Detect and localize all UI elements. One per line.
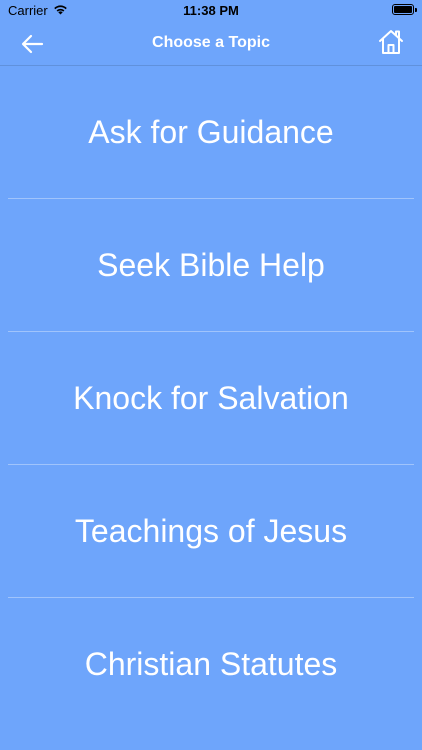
screen: Carrier 11:38 PM Choose a Topic Ask for … xyxy=(0,0,422,750)
status-bar: Carrier 11:38 PM xyxy=(0,0,422,22)
topic-teachings-of-jesus[interactable]: Teachings of Jesus xyxy=(0,465,422,598)
battery-icon xyxy=(392,4,417,15)
home-button[interactable] xyxy=(376,27,406,57)
nav-bar: Choose a Topic xyxy=(0,22,422,66)
topic-label: Teachings of Jesus xyxy=(74,513,348,549)
page-title: Choose a Topic xyxy=(152,34,270,51)
topic-seek-bible-help[interactable]: Seek Bible Help xyxy=(0,199,422,332)
topic-label: Christian Statutes xyxy=(84,646,338,682)
topic-knock-for-salvation[interactable]: Knock for Salvation xyxy=(0,332,422,465)
topic-label: Knock for Salvation xyxy=(73,380,349,416)
topic-christian-statutes[interactable]: Christian Statutes xyxy=(0,598,422,731)
status-time: 11:38 PM xyxy=(183,3,239,18)
topic-label: Ask for Guidance xyxy=(88,114,334,150)
topic-ask-for-guidance[interactable]: Ask for Guidance xyxy=(0,66,422,199)
topic-label: Seek Bible Help xyxy=(97,247,325,283)
home-icon xyxy=(379,30,403,54)
topic-list: Ask for Guidance Seek Bible Help Knock f… xyxy=(0,66,422,731)
status-right xyxy=(392,4,417,15)
